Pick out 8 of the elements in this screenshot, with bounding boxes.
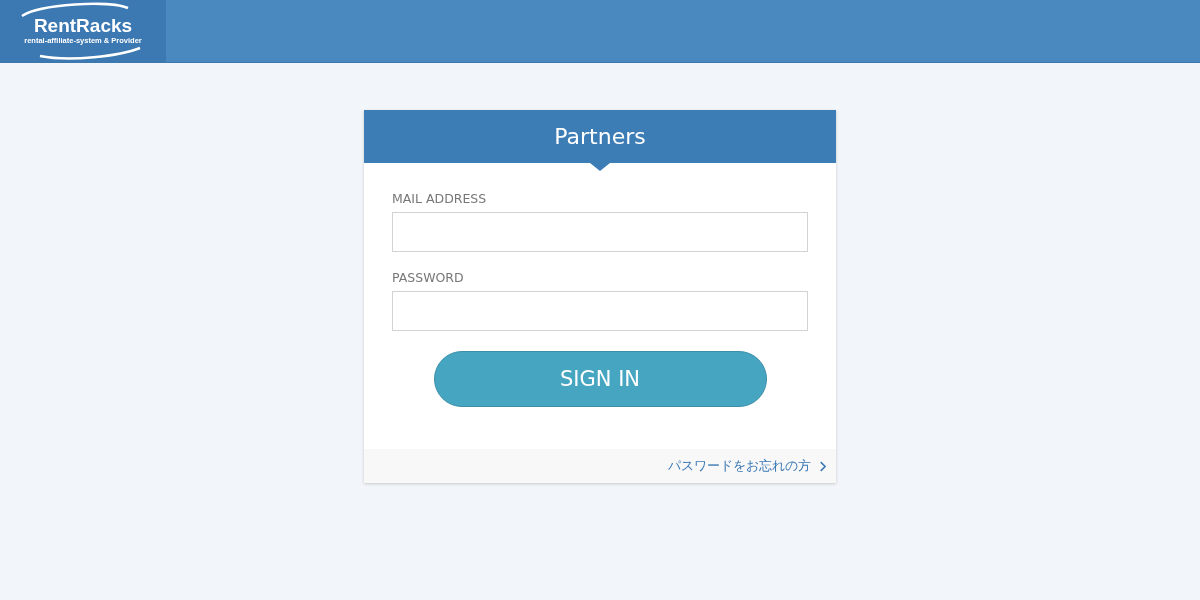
forgot-password-link[interactable]: パスワードをお忘れの方 <box>668 457 811 475</box>
email-field[interactable] <box>392 212 808 252</box>
password-field[interactable] <box>392 291 808 331</box>
chevron-right-icon <box>819 460 826 472</box>
sign-in-button[interactable]: SIGN IN <box>433 351 767 407</box>
field-label: PASSWORD <box>392 270 465 285</box>
card-title: Partners <box>554 124 646 149</box>
field-label: MAIL ADDRESS <box>392 191 488 206</box>
